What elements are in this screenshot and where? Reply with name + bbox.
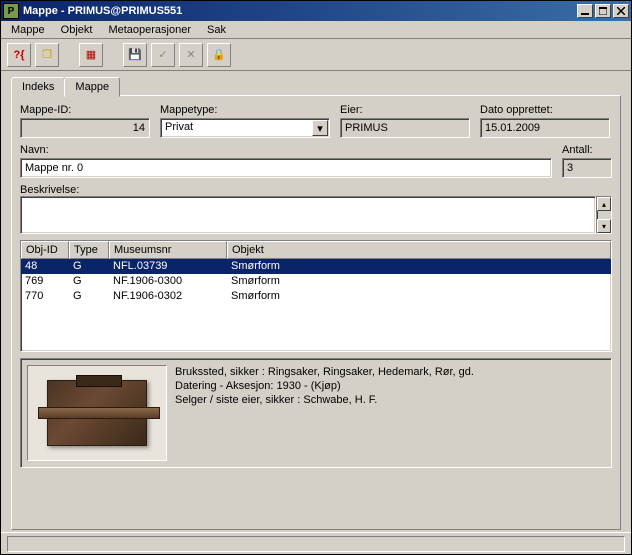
scroll-up-icon[interactable]: ▴ <box>597 197 611 211</box>
beskrivelse-scrollbar[interactable]: ▴ ▾ <box>596 196 612 234</box>
mappetype-select[interactable]: Privat ▾ <box>160 118 330 138</box>
cell-objekt: Smørform <box>227 274 611 289</box>
detail-line-2: Datering - Aksesjon: 1930 - (Kjøp) <box>175 379 605 393</box>
cell-museumsnr: NF.1906-0302 <box>109 289 227 304</box>
toolbar-button-lock[interactable]: 🔒 <box>207 43 231 67</box>
grid-icon: ▦ <box>86 48 96 61</box>
menu-bar: Mappe Objekt Metaoperasjoner Sak <box>1 21 631 39</box>
menu-sak[interactable]: Sak <box>201 23 232 37</box>
toolbar-button-check[interactable]: ✓ <box>151 43 175 67</box>
toolbar-button-1[interactable]: ?{ <box>7 43 31 67</box>
table-row[interactable]: 48GNFL.03739Smørform <box>21 259 611 274</box>
tab-indeks[interactable]: Indeks <box>11 77 65 96</box>
object-thumbnail <box>27 365 167 461</box>
lock-icon: 🔒 <box>212 48 226 61</box>
cell-objekt: Smørform <box>227 259 611 274</box>
detail-line-3: Selger / siste eier, sikker : Schwabe, H… <box>175 393 605 407</box>
check-icon: ✓ <box>158 48 167 61</box>
cards-icon: ❐ <box>42 48 52 61</box>
header-objid[interactable]: Obj-ID <box>21 241 69 259</box>
antall-field: 3 <box>562 158 612 178</box>
toolbar-button-3[interactable]: ▦ <box>79 43 103 67</box>
listview-header: Obj-ID Type Museumsnr Objekt <box>21 241 611 259</box>
toolbar-button-2[interactable]: ❐ <box>35 43 59 67</box>
scroll-down-icon[interactable]: ▾ <box>597 219 611 233</box>
maximize-button[interactable] <box>595 4 611 18</box>
header-objekt[interactable]: Objekt <box>227 241 611 259</box>
object-image <box>47 380 147 446</box>
antall-label: Antall: <box>562 144 612 156</box>
cross-icon: ✕ <box>186 48 195 61</box>
cell-objid: 769 <box>21 274 69 289</box>
title-bar: P Mappe - PRIMUS@PRIMUS551 <box>1 1 631 21</box>
app-icon: P <box>3 3 19 19</box>
close-button[interactable] <box>613 4 629 18</box>
menu-objekt[interactable]: Objekt <box>55 23 99 37</box>
cell-museumsnr: NFL.03739 <box>109 259 227 274</box>
table-row[interactable]: 770GNF.1906-0302Smørform <box>21 289 611 304</box>
navn-input[interactable]: Mappe nr. 0 <box>20 158 552 178</box>
object-listview[interactable]: Obj-ID Type Museumsnr Objekt 48GNFL.0373… <box>20 240 612 352</box>
cell-type: G <box>69 289 109 304</box>
tab-mappe[interactable]: Mappe <box>64 77 120 97</box>
table-row[interactable]: 769GNF.1906-0300Smørform <box>21 274 611 289</box>
header-museumsnr[interactable]: Museumsnr <box>109 241 227 259</box>
detail-line-1: Brukssted, sikker : Ringsaker, Ringsaker… <box>175 365 605 379</box>
question-icon: ?{ <box>14 49 25 61</box>
dato-opprettet-field: 15.01.2009 <box>480 118 610 138</box>
cell-objid: 770 <box>21 289 69 304</box>
eier-field: PRIMUS <box>340 118 470 138</box>
header-type[interactable]: Type <box>69 241 109 259</box>
minimize-button[interactable] <box>577 4 593 18</box>
navn-label: Navn: <box>20 144 552 156</box>
cell-objekt: Smørform <box>227 289 611 304</box>
cell-museumsnr: NF.1906-0300 <box>109 274 227 289</box>
toolbar-button-cancel[interactable]: ✕ <box>179 43 203 67</box>
toolbar-button-save[interactable]: 💾 <box>123 43 147 67</box>
status-cell <box>7 536 625 552</box>
status-bar <box>1 532 631 554</box>
mappe-id-label: Mappe-ID: <box>20 104 150 116</box>
save-icon: 💾 <box>128 48 142 61</box>
chevron-down-icon: ▾ <box>312 120 328 136</box>
mappetype-value: Privat <box>161 119 311 137</box>
beskrivelse-textarea[interactable] <box>20 196 596 234</box>
menu-mappe[interactable]: Mappe <box>5 23 51 37</box>
cell-type: G <box>69 259 109 274</box>
app-window: P Mappe - PRIMUS@PRIMUS551 Mappe Objekt … <box>0 0 632 555</box>
mappetype-label: Mappetype: <box>160 104 330 116</box>
listview-body: 48GNFL.03739Smørform769GNF.1906-0300Smør… <box>21 259 611 304</box>
detail-panel: Brukssted, sikker : Ringsaker, Ringsaker… <box>20 358 612 468</box>
tab-strip: Indeks Mappe <box>11 77 621 96</box>
beskrivelse-label: Beskrivelse: <box>20 184 612 196</box>
mappe-id-field: 14 <box>20 118 150 138</box>
window-title: Mappe - PRIMUS@PRIMUS551 <box>23 5 577 17</box>
dato-opprettet-label: Dato opprettet: <box>480 104 610 116</box>
cell-type: G <box>69 274 109 289</box>
content-area: Indeks Mappe Mappe-ID: 14 Mappetype: Pri… <box>1 71 631 532</box>
eier-label: Eier: <box>340 104 470 116</box>
cell-objid: 48 <box>21 259 69 274</box>
detail-text: Brukssted, sikker : Ringsaker, Ringsaker… <box>175 365 605 461</box>
tab-panel-mappe: Mappe-ID: 14 Mappetype: Privat ▾ Eier: P… <box>11 95 621 530</box>
menu-metaoperasjoner[interactable]: Metaoperasjoner <box>102 23 197 37</box>
toolbar: ?{ ❐ ▦ 💾 ✓ ✕ 🔒 <box>1 39 631 71</box>
